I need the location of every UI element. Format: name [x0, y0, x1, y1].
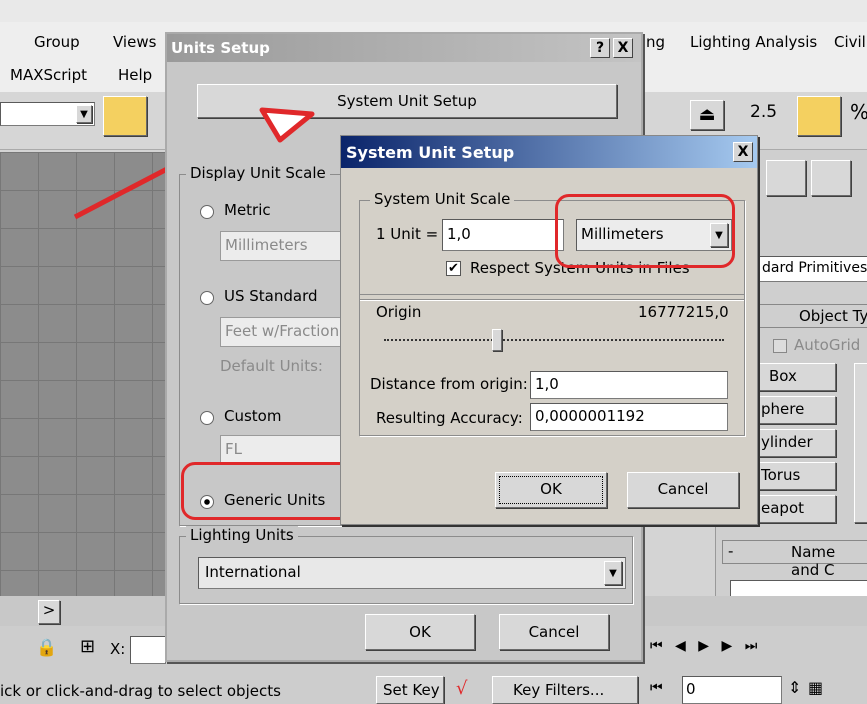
playback-controls-icon[interactable]: ⏮ ◀ ▶ ▶ ⏭ — [650, 638, 761, 654]
menu-lighting-analysis[interactable]: Lighting Analysis — [690, 33, 817, 51]
default-units-label: Default Units: — [220, 357, 323, 375]
distance-input[interactable]: 1,0 — [530, 371, 728, 399]
origin-slider-handle[interactable] — [492, 329, 502, 351]
display-unit-scale-legend: Display Unit Scale — [186, 164, 330, 182]
collapse-icon: - — [728, 542, 734, 560]
torus-button[interactable]: Torus — [758, 462, 836, 490]
current-frame-input[interactable]: 0 — [682, 676, 782, 704]
menu-views[interactable]: Views — [113, 33, 156, 51]
respect-units-checkbox[interactable]: ✔ — [446, 261, 461, 276]
help-button[interactable]: ? — [590, 38, 610, 58]
us-standard-label: US Standard — [224, 287, 318, 305]
units-cancel-button[interactable]: Cancel — [499, 614, 609, 650]
curve-editor-icon[interactable]: √ — [456, 678, 467, 699]
chevron-down-icon[interactable]: ▼ — [604, 561, 622, 585]
lighting-units-group: Lighting Units International ▼ — [179, 526, 633, 604]
one-unit-label: 1 Unit = — [376, 225, 439, 243]
object-type-header[interactable]: Object Ty — [758, 304, 867, 328]
units-setup-title: Units Setup — [167, 34, 641, 62]
absolute-mode-icon[interactable]: ⊞ — [80, 636, 95, 657]
motion-tab-icon[interactable] — [811, 160, 851, 196]
percent-snap-icon[interactable]: % — [850, 100, 867, 124]
teapot-button[interactable]: eapot — [758, 495, 836, 523]
lighting-units-legend: Lighting Units — [186, 526, 298, 544]
second-column-buttons[interactable] — [854, 363, 867, 523]
selection-filter-dropdown[interactable]: ▼ — [0, 102, 95, 126]
system-unit-scale-legend: System Unit Scale — [370, 190, 515, 208]
box-button[interactable]: Box — [758, 363, 836, 391]
hierarchy-tab-icon[interactable] — [766, 160, 806, 196]
time-config-icon[interactable]: ▦ — [808, 678, 823, 697]
menu-help[interactable]: Help — [118, 66, 152, 84]
millimeters-highlight — [555, 194, 735, 268]
origin-group: Origin 16777215,0 Distance from origin: … — [359, 294, 745, 436]
origin-value: 16777215,0 — [638, 303, 729, 321]
lighting-units-dropdown[interactable]: International — [198, 557, 626, 589]
metric-radio[interactable] — [200, 205, 214, 219]
snap-value: 2.5 — [750, 102, 778, 122]
status-prompt: ick or click-and-drag to select objects — [0, 682, 281, 700]
us-standard-radio[interactable] — [200, 291, 214, 305]
name-and-color-header[interactable]: Name and C — [722, 540, 867, 579]
accuracy-value: 0,0000001192 — [530, 403, 728, 431]
frame-spinner-icon[interactable]: ⇕ — [788, 678, 801, 697]
goto-frame-icon[interactable]: ⏮ — [650, 680, 663, 696]
origin-slider-track[interactable] — [384, 339, 724, 341]
custom-radio[interactable] — [200, 411, 214, 425]
chevron-down-icon[interactable]: ▼ — [76, 105, 92, 123]
sphere-button[interactable]: phere — [758, 396, 836, 424]
snap-toggle-icon[interactable]: ⏏ — [690, 100, 724, 130]
autogrid-checkbox[interactable] — [773, 339, 787, 353]
set-key-button[interactable]: Set Key — [376, 676, 444, 704]
key-filters-button[interactable]: Key Filters... — [492, 676, 638, 704]
menu-rendering-partial[interactable]: ng — [646, 33, 665, 51]
app-title-strip — [0, 0, 867, 22]
menu-group[interactable]: Group — [34, 33, 80, 51]
menu-maxscript[interactable]: MAXScript — [10, 66, 87, 84]
select-object-icon[interactable] — [103, 96, 147, 136]
red-arrowhead — [259, 107, 315, 143]
primitives-dropdown[interactable]: dard Primitives — [758, 256, 867, 282]
viewport[interactable] — [0, 152, 167, 597]
unit-value-input[interactable]: 1,0 — [442, 219, 564, 251]
accuracy-label: Resulting Accuracy: — [376, 409, 523, 427]
system-unit-setup-title: System Unit Setup — [341, 136, 757, 168]
time-slider-next[interactable]: > — [38, 600, 60, 624]
distance-label: Distance from origin: — [370, 375, 528, 393]
sus-close-icon[interactable]: X — [733, 142, 753, 162]
units-close-icon[interactable]: X — [613, 38, 633, 58]
metric-label: Metric — [224, 201, 271, 219]
autogrid-label: AutoGrid — [794, 336, 861, 354]
menu-civil[interactable]: Civil — [834, 33, 866, 51]
x-coord-label: X: — [110, 640, 126, 658]
origin-label: Origin — [376, 303, 422, 321]
lock-icon[interactable]: 🔒 — [36, 638, 57, 658]
units-ok-button[interactable]: OK — [365, 614, 475, 650]
red-arrow-line — [73, 166, 167, 220]
cylinder-button[interactable]: ylinder — [758, 429, 836, 457]
sus-ok-button[interactable]: OK — [495, 472, 607, 508]
angle-snap-icon[interactable] — [797, 96, 841, 136]
generic-units-highlight — [181, 462, 361, 520]
custom-label: Custom — [224, 407, 282, 425]
x-coord-input[interactable] — [130, 636, 166, 664]
sus-cancel-button[interactable]: Cancel — [627, 472, 739, 508]
system-unit-setup-dialog: System Unit Setup X System Unit Scale 1 … — [340, 135, 758, 525]
